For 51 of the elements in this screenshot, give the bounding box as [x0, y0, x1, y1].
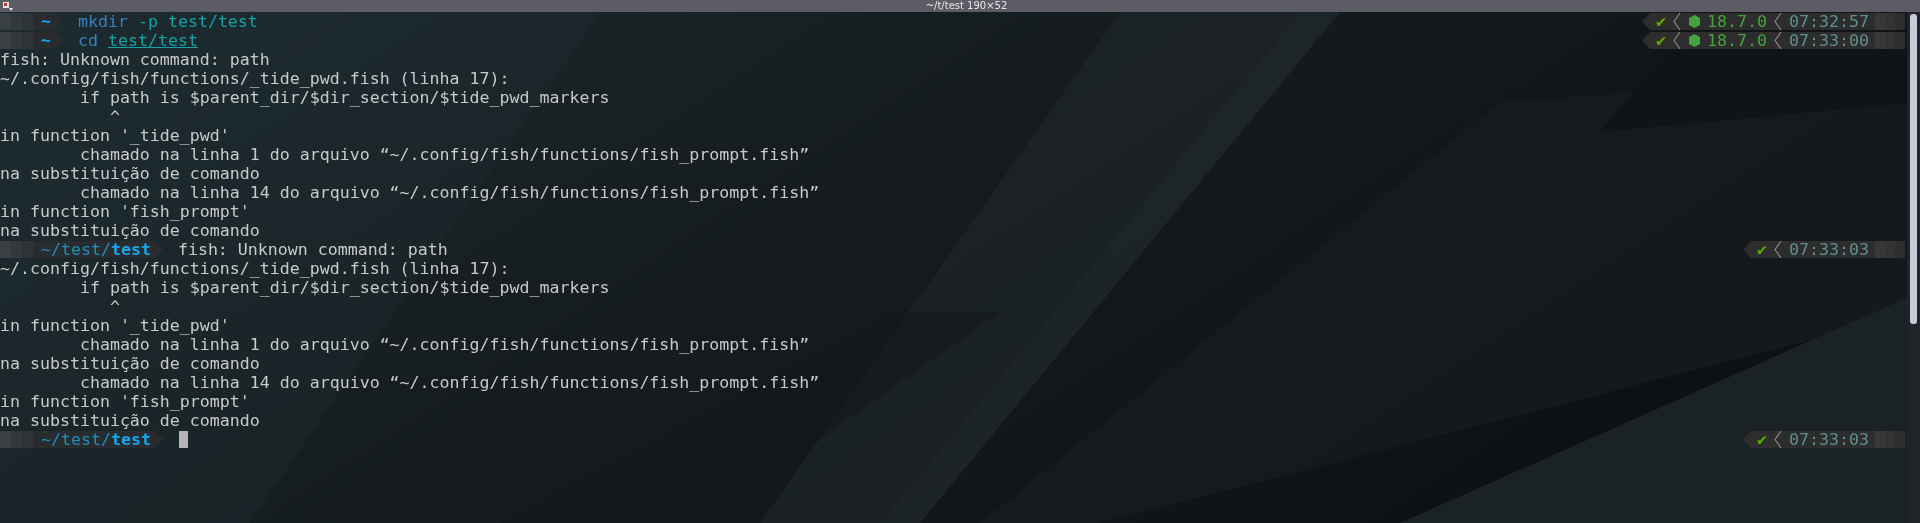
node-version: 18.7.0	[1707, 32, 1768, 49]
separator-icon	[1773, 12, 1784, 31]
fade-blocks-drawing	[0, 13, 33, 30]
status-check: ✔	[1757, 431, 1768, 448]
hexagon-icon	[1688, 12, 1702, 31]
status-check: ✔	[1757, 241, 1768, 258]
output-line: in function '_tide_pwd'	[0, 316, 230, 335]
hexagon-icon	[1688, 31, 1702, 50]
output-line: ~/.config/fish/functions/_tide_pwd.fish (linha 17):	[0, 69, 510, 88]
scrollbar[interactable]	[1907, 12, 1920, 523]
separator-icon	[1773, 430, 1784, 449]
output-line: in function 'fish_prompt'	[0, 202, 250, 221]
separator-icon	[1773, 240, 1784, 259]
output-line: chamado na linha 14 do arquivo “~/.config/fish/functions/fish_prompt.fish”	[78, 373, 820, 392]
output-line: chamado na linha 14 do arquivo “~/.config/fish/functions/fish_prompt.fish”	[78, 183, 820, 202]
output-line: chamado na linha 1 do arquivo “~/.config/fish/functions/fish_prompt.fish”	[78, 145, 810, 164]
command-name: mkdir	[78, 12, 128, 31]
error-message: fish: Unknown command: path	[177, 240, 448, 259]
node-version: 18.7.0	[1707, 13, 1768, 30]
separator-icon	[1672, 12, 1683, 31]
output-line: na substituição de comando	[0, 164, 260, 183]
scrollbar-thumb[interactable]	[1910, 14, 1917, 324]
command-path: test/test	[108, 31, 198, 50]
prompt-time: 07:33:00	[1789, 32, 1869, 49]
output-line: fish: Unknown command: path	[0, 50, 270, 69]
fade-blocks-drawing	[0, 241, 33, 258]
command-name: cd	[78, 31, 98, 50]
separator-icon	[1672, 31, 1683, 50]
window-menu-icon[interactable]	[3, 1, 13, 11]
output-line: ^	[108, 297, 120, 316]
prompt-arrow-icon	[55, 12, 64, 31]
output-line: if path is $parent_dir/$dir_section/$tide_pwd_markers	[78, 278, 610, 297]
output-line: na substituição de comando	[0, 411, 260, 430]
separator-icon	[1773, 31, 1784, 50]
fade-blocks-drawing	[0, 32, 33, 49]
output-line: ~/.config/fish/functions/_tide_pwd.fish (linha 17):	[0, 259, 510, 278]
window-title: ~/t/test 190×52	[924, 0, 1009, 12]
output-line: na substituição de comando	[0, 221, 260, 240]
prompt-time: 07:32:57	[1789, 13, 1869, 30]
output-line: na substituição de comando	[0, 354, 260, 373]
fade-blocks-drawing	[0, 431, 33, 448]
output-line: in function 'fish_prompt'	[0, 392, 250, 411]
status-check: ✔	[1656, 13, 1667, 30]
prompt-time: 07:33:03	[1789, 431, 1869, 448]
command-argument: -p test/test	[137, 12, 258, 31]
output-line: ^	[108, 107, 120, 126]
output-line: in function '_tide_pwd'	[0, 126, 230, 145]
output-line: if path is $parent_dir/$dir_section/$tide_pwd_markers	[78, 88, 610, 107]
output-line: chamado na linha 1 do arquivo “~/.config/fish/functions/fish_prompt.fish”	[78, 335, 810, 354]
prompt-time: 07:33:03	[1789, 241, 1869, 258]
status-check: ✔	[1656, 32, 1667, 49]
